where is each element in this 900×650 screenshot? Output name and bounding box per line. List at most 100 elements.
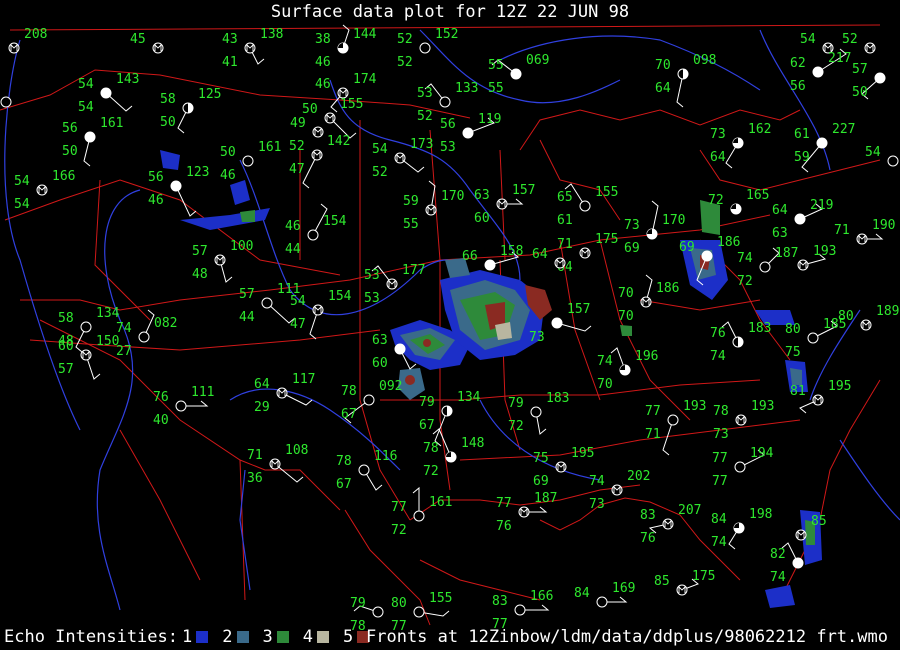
- station-temperature: 82: [770, 547, 786, 562]
- sky-cover-missing-icon: [554, 257, 566, 269]
- sky-cover-missing-icon: [812, 394, 824, 406]
- sky-cover-missing-icon: [269, 458, 281, 470]
- station-temperature: 80: [785, 322, 801, 337]
- station-plot: 77 161 72: [391, 486, 452, 538]
- station-pressure: 227: [832, 122, 855, 137]
- station-temperature: 83: [640, 508, 656, 523]
- station-dewpoint: 72: [391, 523, 407, 538]
- station-temperature: 74: [737, 251, 753, 266]
- station-dewpoint: 67: [419, 418, 435, 433]
- station-temperature: 62: [790, 56, 806, 71]
- sky-cover-clear-icon: [807, 332, 819, 344]
- station-temperature: 58: [58, 311, 74, 326]
- station-dewpoint: 63: [772, 226, 788, 241]
- station-pressure: 189: [876, 304, 899, 319]
- station-pressure: 183: [546, 391, 569, 406]
- sky-cover-clear-icon: [734, 461, 746, 473]
- station-temperature: 84: [711, 512, 727, 527]
- sky-cover-three-quarter-icon: [732, 137, 744, 149]
- station-temperature: 49: [290, 116, 306, 131]
- station-temperature: 56: [148, 170, 164, 185]
- station-pressure: 117: [292, 372, 315, 387]
- station-temperature: 85: [654, 574, 670, 589]
- station-dewpoint: 60: [474, 211, 490, 226]
- station-plot: 208: [8, 27, 47, 54]
- station-dewpoint: 61: [557, 213, 573, 228]
- station-plot: 56 123 46: [148, 165, 209, 217]
- station-dewpoint: 72: [423, 464, 439, 479]
- station-pressure: 170: [441, 189, 464, 204]
- sky-cover-missing-icon: [676, 584, 688, 596]
- station-pressure: 155: [340, 97, 363, 112]
- station-dewpoint: 76: [640, 531, 656, 546]
- station-pressure: 85: [811, 514, 827, 529]
- station-temperature: 53: [364, 268, 380, 283]
- station-dewpoint: 55: [488, 81, 504, 96]
- sky-cover-clear-icon: [530, 406, 542, 418]
- station-dewpoint: 72: [737, 274, 753, 289]
- sky-cover-overcast-icon: [510, 68, 522, 80]
- station-pressure: 134: [457, 390, 481, 405]
- station-pressure: 144: [353, 27, 377, 42]
- station-pressure: 202: [627, 469, 650, 484]
- station-plot: 56 161 50: [62, 116, 123, 167]
- echo-legend: Echo Intensities: 1 2 3 4 5: [4, 626, 379, 648]
- station-plot: 73 162 64: [710, 122, 771, 169]
- station-temperature: 74: [589, 474, 605, 489]
- station-temperature: 54: [372, 142, 388, 157]
- sky-cover-missing-icon: [860, 319, 872, 331]
- station-temperature: 72: [708, 193, 724, 208]
- sky-cover-three-quarter-icon: [337, 42, 349, 54]
- sky-cover-missing-icon: [394, 152, 406, 164]
- station-pressure: 165: [746, 188, 769, 203]
- station-pressure: 175: [595, 232, 618, 247]
- station-dewpoint: 47: [290, 317, 306, 332]
- sky-cover-clear-icon: [372, 606, 384, 618]
- station-plot: 65 155 61: [557, 183, 618, 228]
- station-plot: 78 092 67: [341, 379, 402, 424]
- station-dewpoint: 53: [364, 291, 380, 306]
- sky-cover-overcast-icon: [484, 259, 496, 271]
- station-pressure: 198: [749, 507, 772, 522]
- sky-cover-missing-icon: [324, 112, 336, 124]
- station-pressure: 148: [461, 436, 484, 451]
- sky-cover-overcast-icon: [551, 317, 563, 329]
- sky-cover-missing-icon: [640, 296, 652, 308]
- station-temperature: 79: [508, 396, 524, 411]
- sky-cover-clear-icon: [307, 229, 319, 241]
- station-dewpoint: 53: [440, 140, 456, 155]
- station-plot: 81 195: [790, 379, 851, 414]
- station-plot: 64 219 63: [772, 198, 833, 241]
- station-dewpoint: 74: [710, 349, 726, 364]
- station-temperature: 80: [838, 309, 854, 324]
- station-temperature: 59: [403, 194, 419, 209]
- station-dewpoint: 48: [192, 267, 208, 282]
- station-pressure: 157: [567, 302, 590, 317]
- sky-cover-three-quarter-icon: [619, 364, 631, 376]
- station-dewpoint: 50: [62, 144, 78, 159]
- station-pressure: 169: [612, 581, 635, 596]
- sky-cover-overcast-icon: [462, 127, 474, 139]
- station-dewpoint: 75: [785, 345, 801, 360]
- sky-cover-missing-icon: [496, 198, 508, 210]
- sky-cover-missing-icon: [80, 349, 92, 361]
- station-pressure: 166: [52, 169, 75, 184]
- station-dewpoint: 74: [711, 535, 727, 550]
- sky-cover-clear-icon: [413, 510, 425, 522]
- station-pressure: 134: [96, 306, 120, 321]
- sky-cover-missing-icon: [611, 484, 623, 496]
- station-dewpoint: 40: [153, 413, 169, 428]
- station-temperature: 74: [597, 354, 613, 369]
- station-plot: 57 50: [852, 62, 886, 100]
- station-temperature: 76: [153, 390, 169, 405]
- sky-cover-missing-icon: [555, 461, 567, 473]
- station-dewpoint: 50: [852, 85, 868, 100]
- sky-cover-clear-icon: [138, 331, 150, 343]
- sky-cover-clear-icon: [175, 400, 187, 412]
- sky-cover-overcast-icon: [812, 66, 824, 78]
- sky-cover-three-quarter-icon: [445, 451, 457, 463]
- echo-level-3-swatch: [276, 631, 289, 643]
- station-dewpoint: 59: [794, 150, 810, 165]
- sky-cover-missing-icon: [244, 42, 256, 54]
- station-dewpoint: 64: [655, 81, 671, 96]
